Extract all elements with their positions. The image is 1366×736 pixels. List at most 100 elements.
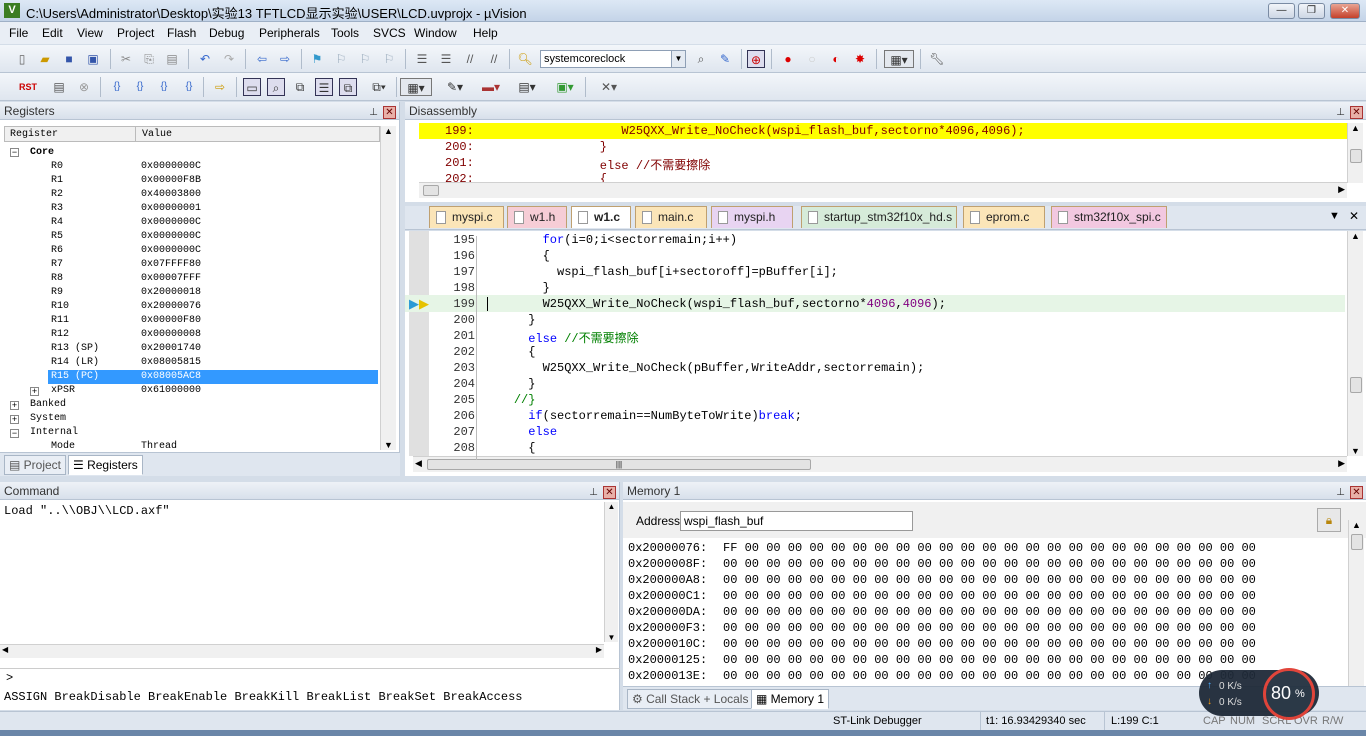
unindent-icon[interactable]: ☰: [437, 50, 455, 68]
register-name[interactable]: R8: [51, 272, 63, 286]
code-line[interactable]: W25QXX_Write_NoCheck(wspi_flash_buf,sect…: [485, 297, 946, 311]
serial-window-icon[interactable]: ✎▾: [440, 78, 470, 96]
core-group[interactable]: Core: [30, 146, 54, 160]
prev-bookmark-icon[interactable]: ⚐: [332, 50, 350, 68]
system-expand-icon[interactable]: +: [10, 415, 19, 424]
pin-icon[interactable]: ⊥: [1336, 487, 1345, 498]
enable-breakpoint-icon[interactable]: ○: [803, 50, 821, 68]
code-line[interactable]: //}: [485, 393, 536, 407]
show-next-statement-icon[interactable]: ⇨: [211, 78, 229, 96]
watch-window-icon[interactable]: ⧉▾: [364, 78, 394, 96]
analysis-window-icon[interactable]: ▬▾: [476, 78, 506, 96]
code-editor[interactable]: ▶▶ ▲ ▼ ◀ ||| ▶ 195 for(i=0;i<sectorremai…: [405, 231, 1366, 476]
memory-bytes[interactable]: 00 00 00 00 00 00 00 00 00 00 00 00 00 0…: [723, 557, 1256, 571]
code-line[interactable]: for(i=0;i<sectorremain;i++): [485, 233, 737, 247]
tab-w1-c[interactable]: w1.c: [571, 206, 631, 228]
run-icon[interactable]: ▤: [50, 78, 68, 96]
tab-call-stack[interactable]: ⚙ Call Stack + Locals: [627, 689, 754, 709]
tab-memory-1[interactable]: ▦ Memory 1: [751, 689, 830, 709]
editor-hscroll[interactable]: ◀ ||| ▶: [413, 456, 1347, 472]
register-value[interactable]: 0x20000076: [141, 300, 201, 314]
comment-icon[interactable]: //: [461, 50, 479, 68]
register-name[interactable]: R0: [51, 160, 63, 174]
register-value[interactable]: 0x40003800: [141, 188, 201, 202]
register-value[interactable]: 0x20000018: [141, 286, 201, 300]
memory-vscroll[interactable]: ▲: [1348, 520, 1364, 710]
minimize-button[interactable]: —: [1268, 3, 1295, 19]
memory-bytes[interactable]: 00 00 00 00 00 00 00 00 00 00 00 00 00 0…: [723, 637, 1256, 651]
register-value[interactable]: 0x0000000C: [141, 160, 201, 174]
code-line[interactable]: else: [485, 425, 557, 439]
undo-icon[interactable]: ↶: [196, 50, 214, 68]
tab-main-c[interactable]: main.c: [635, 206, 707, 228]
memory-bytes[interactable]: 00 00 00 00 00 00 00 00 00 00 00 00 00 0…: [723, 653, 1256, 667]
memory-bytes[interactable]: 00 00 00 00 00 00 00 00 00 00 00 00 00 0…: [723, 605, 1256, 619]
chevron-down-icon[interactable]: ▼: [671, 51, 685, 67]
col-register[interactable]: Register: [10, 129, 58, 140]
register-value[interactable]: 0x07FFFF80: [141, 258, 201, 272]
memory-bytes[interactable]: 00 00 00 00 00 00 00 00 00 00 00 00 00 0…: [723, 573, 1256, 587]
register-name[interactable]: R11: [51, 314, 69, 328]
indent-icon[interactable]: ☰: [413, 50, 431, 68]
register-name[interactable]: R6: [51, 244, 63, 258]
tab-eprom-c[interactable]: eprom.c: [963, 206, 1045, 228]
register-name[interactable]: R5: [51, 230, 63, 244]
xpsr-expand-icon[interactable]: +: [30, 387, 39, 396]
tab-stm32f10x-spi-c[interactable]: stm32f10x_spi.c: [1051, 206, 1167, 228]
run-to-cursor-icon[interactable]: {}: [180, 78, 198, 96]
menu-debug[interactable]: Debug: [209, 26, 244, 40]
register-value[interactable]: 0x00000F80: [141, 314, 201, 328]
tab-project[interactable]: ▤ Project: [4, 455, 67, 475]
tab-list-chevron-icon[interactable]: ▼: [1329, 210, 1340, 222]
menu-tools[interactable]: Tools: [331, 26, 359, 40]
register-value[interactable]: 0x08005815: [141, 356, 201, 370]
reset-cpu-icon[interactable]: RST: [19, 78, 37, 96]
close-panel-icon[interactable]: ✕: [1350, 486, 1363, 499]
command-hscroll[interactable]: ◀ ▶: [0, 644, 604, 658]
register-value[interactable]: 0x00007FFF: [141, 272, 201, 286]
register-name[interactable]: R12: [51, 328, 69, 342]
menu-view[interactable]: View: [77, 26, 103, 40]
editor-vscroll[interactable]: ▲ ▼: [1347, 231, 1363, 456]
menu-project[interactable]: Project: [117, 26, 154, 40]
find-combo[interactable]: systemcoreclock ▼: [540, 50, 686, 68]
pin-icon[interactable]: ⊥: [1336, 107, 1345, 118]
redo-icon[interactable]: ↷: [220, 50, 238, 68]
toolbox-icon[interactable]: ✕▾: [594, 78, 624, 96]
register-name[interactable]: xPSR: [51, 384, 75, 398]
menu-window[interactable]: Window: [414, 26, 457, 40]
register-value[interactable]: 0x20001740: [141, 342, 201, 356]
step-into-icon[interactable]: {}: [108, 78, 126, 96]
code-line[interactable]: {: [485, 441, 535, 455]
system-viewer-icon[interactable]: ▣▾: [550, 78, 580, 96]
register-value[interactable]: 0x00000008: [141, 328, 201, 342]
clear-bookmarks-icon[interactable]: ⚐: [380, 50, 398, 68]
save-icon[interactable]: ■: [60, 50, 78, 68]
address-input[interactable]: wspi_flash_buf: [680, 511, 913, 531]
close-panel-icon[interactable]: ✕: [1350, 106, 1363, 119]
debug-session-icon[interactable]: ⊕: [747, 50, 765, 68]
code-line[interactable]: }: [485, 377, 535, 391]
register-value[interactable]: 0x08005AC8: [141, 370, 201, 384]
register-name[interactable]: R13 (SP): [51, 342, 99, 356]
menu-svcs[interactable]: SVCS: [373, 26, 406, 40]
symbols-window-icon[interactable]: ⧉: [291, 78, 309, 96]
kill-breakpoints-icon[interactable]: ✸: [851, 50, 869, 68]
register-value[interactable]: 0x0000000C: [141, 216, 201, 230]
disasm-text[interactable]: W25QXX_Write_NoCheck(wspi_flash_buf,sect…: [535, 124, 1024, 138]
system-group[interactable]: System: [30, 412, 66, 426]
menu-file[interactable]: File: [9, 26, 28, 40]
memory-window-icon[interactable]: ▦▾: [400, 78, 432, 96]
bookmark-icon[interactable]: ⚑: [308, 50, 326, 68]
trace-window-icon[interactable]: ▤▾: [512, 78, 542, 96]
new-file-icon[interactable]: ▯: [13, 50, 31, 68]
copy-icon[interactable]: ⎘: [140, 50, 158, 68]
register-name[interactable]: R1: [51, 174, 63, 188]
code-line[interactable]: }: [485, 281, 550, 295]
disasm-text[interactable]: else //不需要擦除: [535, 156, 710, 173]
window-layout-icon[interactable]: ▦▾: [884, 50, 914, 68]
maximize-button[interactable]: ❐: [1298, 3, 1325, 19]
configure-icon[interactable]: 🔧︎: [928, 50, 946, 68]
command-window-icon[interactable]: ▭: [243, 78, 261, 96]
memory-bytes[interactable]: 00 00 00 00 00 00 00 00 00 00 00 00 00 0…: [723, 621, 1256, 635]
